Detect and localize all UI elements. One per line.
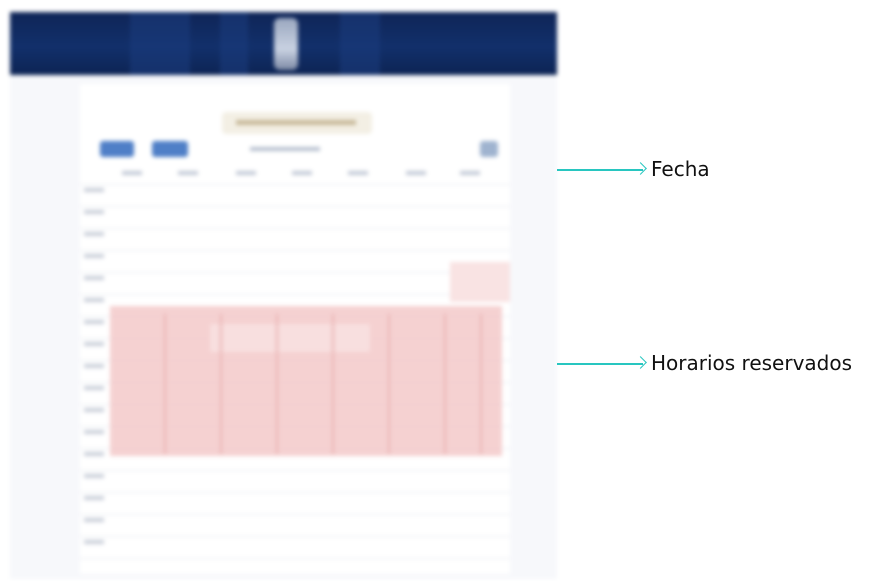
booked-slot[interactable] bbox=[210, 324, 370, 352]
day-header bbox=[406, 171, 426, 175]
arrow-right-icon bbox=[634, 162, 647, 175]
day-header bbox=[236, 171, 256, 175]
day-header bbox=[348, 171, 368, 175]
calendar-title bbox=[222, 112, 372, 134]
next-week-button[interactable] bbox=[152, 141, 188, 157]
annotation-line bbox=[557, 169, 643, 171]
annotation-line bbox=[557, 363, 643, 365]
calendar-panel bbox=[80, 84, 510, 574]
day-header bbox=[178, 171, 198, 175]
day-header bbox=[460, 171, 480, 175]
date-range-label bbox=[250, 147, 320, 151]
app-logo bbox=[274, 18, 298, 70]
app-header-bar bbox=[10, 12, 557, 75]
booking-calendar-screenshot bbox=[10, 12, 557, 579]
date-annotation-label: Fecha bbox=[651, 157, 710, 181]
booked-slot[interactable] bbox=[450, 306, 502, 456]
booked-slot[interactable] bbox=[450, 262, 510, 302]
day-header bbox=[292, 171, 312, 175]
arrow-right-icon bbox=[634, 356, 647, 369]
prev-week-button[interactable] bbox=[100, 141, 134, 157]
day-header bbox=[122, 171, 142, 175]
today-button[interactable] bbox=[480, 141, 498, 157]
booked-slots-annotation-label: Horarios reservados bbox=[651, 351, 853, 375]
